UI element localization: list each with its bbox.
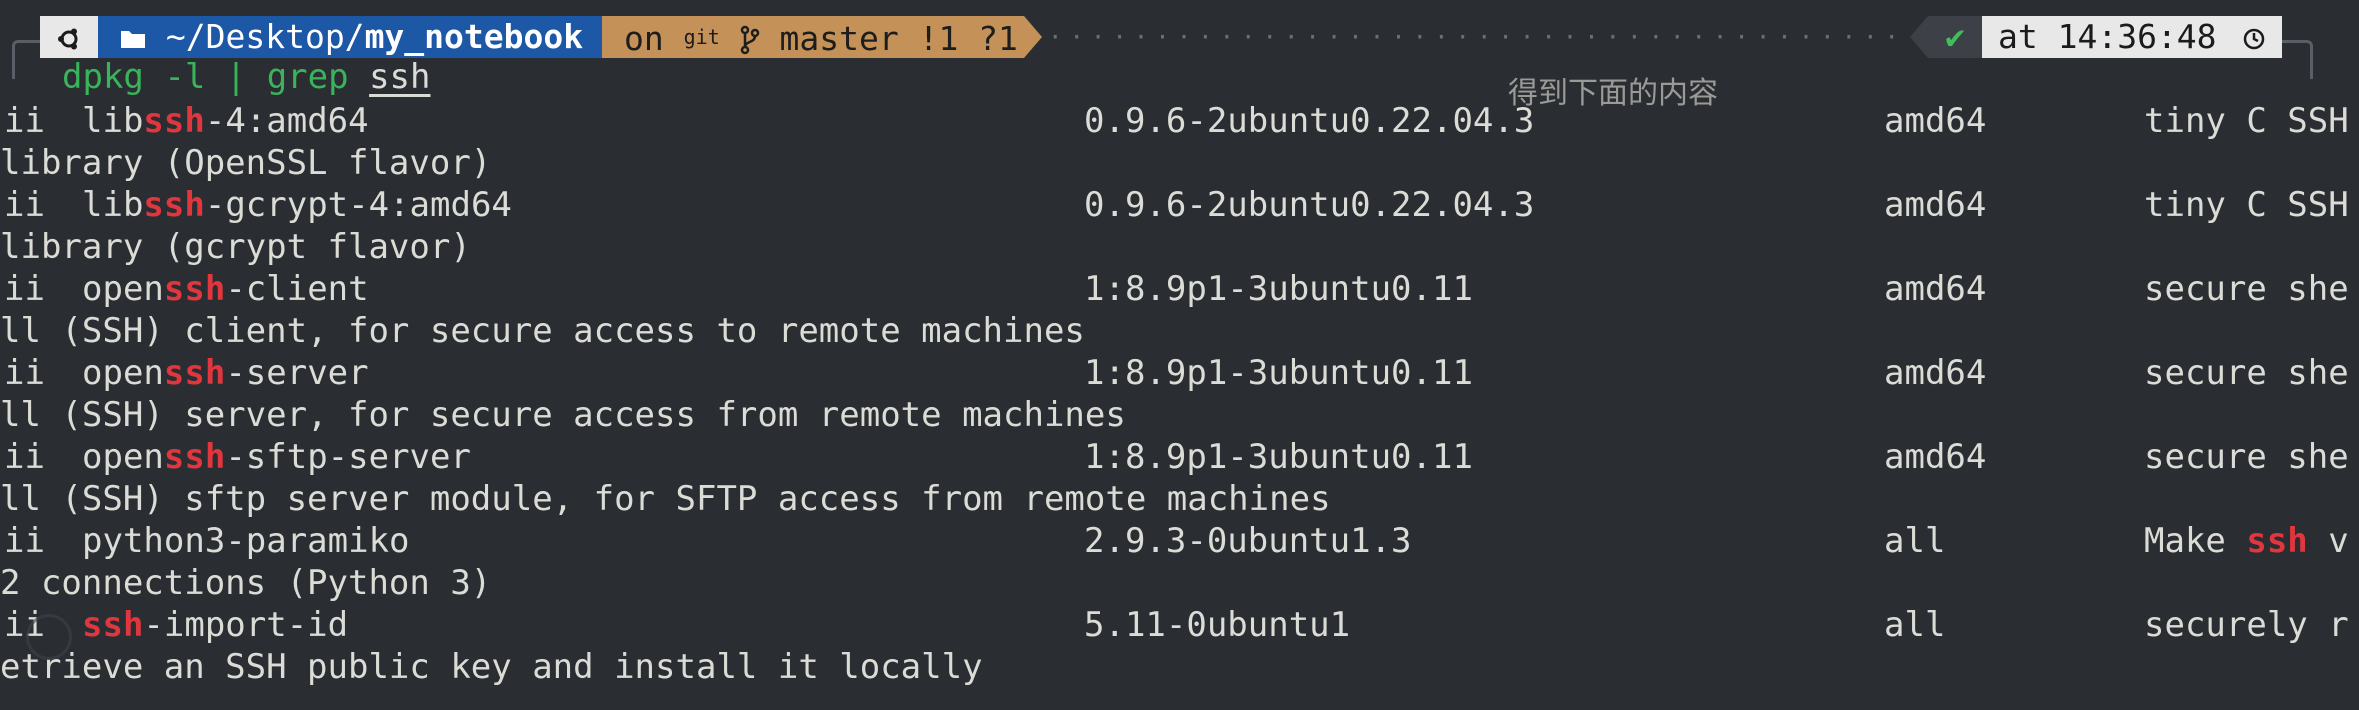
output-row: ii openssh-sftp-server 1:8.9p1-3ubuntu0.… bbox=[0, 436, 2359, 520]
output-line-wrap: 2 connections (Python 3) bbox=[0, 563, 492, 603]
output-line-wrap: etrieve an SSH public key and install it… bbox=[0, 647, 983, 687]
output-line-wrap: library (gcrypt flavor) bbox=[0, 227, 471, 267]
output-row: ii python3-paramiko 2.9.3-0ubuntu1.3 all… bbox=[0, 520, 2359, 604]
package-arch: amd64 bbox=[1884, 101, 1987, 141]
output-line-main: ii libssh-4:amd64 0.9.6-2ubuntu0.22.04.3… bbox=[0, 100, 2359, 142]
package-status: ii bbox=[4, 101, 45, 141]
package-description: secure she bbox=[2144, 353, 2349, 393]
package-status: ii bbox=[4, 269, 45, 309]
branch-icon bbox=[740, 25, 759, 55]
output-line-wrap: library (OpenSSL flavor) bbox=[0, 143, 492, 183]
output-row: ii openssh-client 1:8.9p1-3ubuntu0.11 am… bbox=[0, 268, 2359, 352]
command-output: ii libssh-4:amd64 0.9.6-2ubuntu0.22.04.3… bbox=[0, 100, 2359, 688]
prompt-status-segment: ✔ bbox=[1928, 16, 1982, 58]
package-name: python3-paramiko bbox=[82, 521, 410, 561]
git-word: git bbox=[683, 25, 720, 49]
status-check-icon: ✔ bbox=[1945, 17, 1965, 56]
package-description: tiny C SSH bbox=[2144, 185, 2349, 225]
folder-icon bbox=[121, 31, 145, 48]
frame-corner-right bbox=[2282, 40, 2313, 79]
output-row: ii libssh-4:amd64 0.9.6-2ubuntu0.22.04.3… bbox=[0, 100, 2359, 184]
output-line-wrap: ll (SSH) server, for secure access from … bbox=[0, 395, 1126, 435]
prompt-filler-dots: ········································… bbox=[1048, 23, 1910, 51]
git-on-label: on bbox=[624, 19, 664, 58]
package-version: 1:8.9p1-3ubuntu0.11 bbox=[1084, 269, 1473, 309]
package-status: ii bbox=[4, 353, 45, 393]
command-argument: ssh bbox=[369, 57, 431, 97]
package-version: 0.9.6-2ubuntu0.22.04.3 bbox=[1084, 185, 1535, 225]
package-arch: all bbox=[1884, 521, 1946, 561]
prompt-git-segment: on git master !1 ?1 bbox=[602, 16, 1024, 58]
command-text: dpkg -l | bbox=[62, 57, 267, 97]
package-status: ii bbox=[4, 185, 45, 225]
package-arch: all bbox=[1884, 605, 1946, 645]
package-arch: amd64 bbox=[1884, 269, 1987, 309]
package-version: 5.11-0ubuntu1 bbox=[1084, 605, 1351, 645]
package-description: securely r bbox=[2144, 605, 2349, 645]
prompt-time: at 14:36:48 bbox=[1998, 17, 2217, 56]
output-line-wrap: ll (SSH) sftp server module, for SFTP ac… bbox=[0, 479, 1331, 519]
clock-icon bbox=[2244, 28, 2265, 50]
package-version: 1:8.9p1-3ubuntu0.11 bbox=[1084, 437, 1473, 477]
git-branch-status: master !1 ?1 bbox=[779, 19, 1018, 58]
package-status: ii bbox=[4, 521, 45, 561]
output-row: ii ssh-import-id 5.11-0ubuntu1 all secur… bbox=[0, 604, 2359, 688]
package-name: openssh-client bbox=[82, 269, 369, 309]
watermark-icon bbox=[26, 614, 72, 660]
command-line[interactable]: dpkg -l | grep ssh bbox=[62, 56, 431, 98]
ubuntu-icon bbox=[58, 28, 78, 50]
output-line-main: ii openssh-client 1:8.9p1-3ubuntu0.11 am… bbox=[0, 268, 2359, 310]
package-version: 0.9.6-2ubuntu0.22.04.3 bbox=[1084, 101, 1535, 141]
package-name: openssh-server bbox=[82, 353, 369, 393]
prompt-directory-segment: ~/Desktop/my_notebook bbox=[98, 16, 602, 58]
package-description: secure she bbox=[2144, 269, 2349, 309]
git-segment-arrow bbox=[1024, 16, 1042, 58]
package-version: 1:8.9p1-3ubuntu0.11 bbox=[1084, 353, 1473, 393]
output-line-main: ii ssh-import-id 5.11-0ubuntu1 all secur… bbox=[0, 604, 2359, 646]
output-line-main: ii openssh-sftp-server 1:8.9p1-3ubuntu0.… bbox=[0, 436, 2359, 478]
package-arch: amd64 bbox=[1884, 353, 1987, 393]
package-arch: amd64 bbox=[1884, 437, 1987, 477]
package-status: ii bbox=[4, 437, 45, 477]
output-line-main: ii python3-paramiko 2.9.3-0ubuntu1.3 all… bbox=[0, 520, 2359, 562]
dir-current: my_notebook bbox=[364, 17, 584, 56]
output-row: ii libssh-gcrypt-4:amd64 0.9.6-2ubuntu0.… bbox=[0, 184, 2359, 268]
package-description: tiny C SSH bbox=[2144, 101, 2349, 141]
output-line-main: ii openssh-server 1:8.9p1-3ubuntu0.11 am… bbox=[0, 352, 2359, 394]
dir-prefix: ~/Desktop/ bbox=[165, 17, 365, 56]
prompt-os-segment bbox=[40, 16, 98, 58]
output-row: ii openssh-server 1:8.9p1-3ubuntu0.11 am… bbox=[0, 352, 2359, 436]
prompt-time-segment: at 14:36:48 bbox=[1982, 16, 2282, 58]
package-name: libssh-gcrypt-4:amd64 bbox=[82, 185, 512, 225]
output-line-main: ii libssh-gcrypt-4:amd64 0.9.6-2ubuntu0.… bbox=[0, 184, 2359, 226]
package-name: ssh-import-id bbox=[82, 605, 349, 645]
package-name: openssh-sftp-server bbox=[82, 437, 471, 477]
package-arch: amd64 bbox=[1884, 185, 1987, 225]
package-description: secure she bbox=[2144, 437, 2349, 477]
status-segment-arrow bbox=[1910, 16, 1928, 58]
terminal-window[interactable]: ~/Desktop/my_notebook on git master !1 ?… bbox=[0, 0, 2359, 710]
frame-corner-left bbox=[12, 40, 43, 79]
command-grep: grep bbox=[266, 57, 349, 97]
package-version: 2.9.3-0ubuntu1.3 bbox=[1084, 521, 1412, 561]
package-description: Make ssh v bbox=[2144, 521, 2349, 561]
package-name: libssh-4:amd64 bbox=[82, 101, 369, 141]
output-line-wrap: ll (SSH) client, for secure access to re… bbox=[0, 311, 1085, 351]
